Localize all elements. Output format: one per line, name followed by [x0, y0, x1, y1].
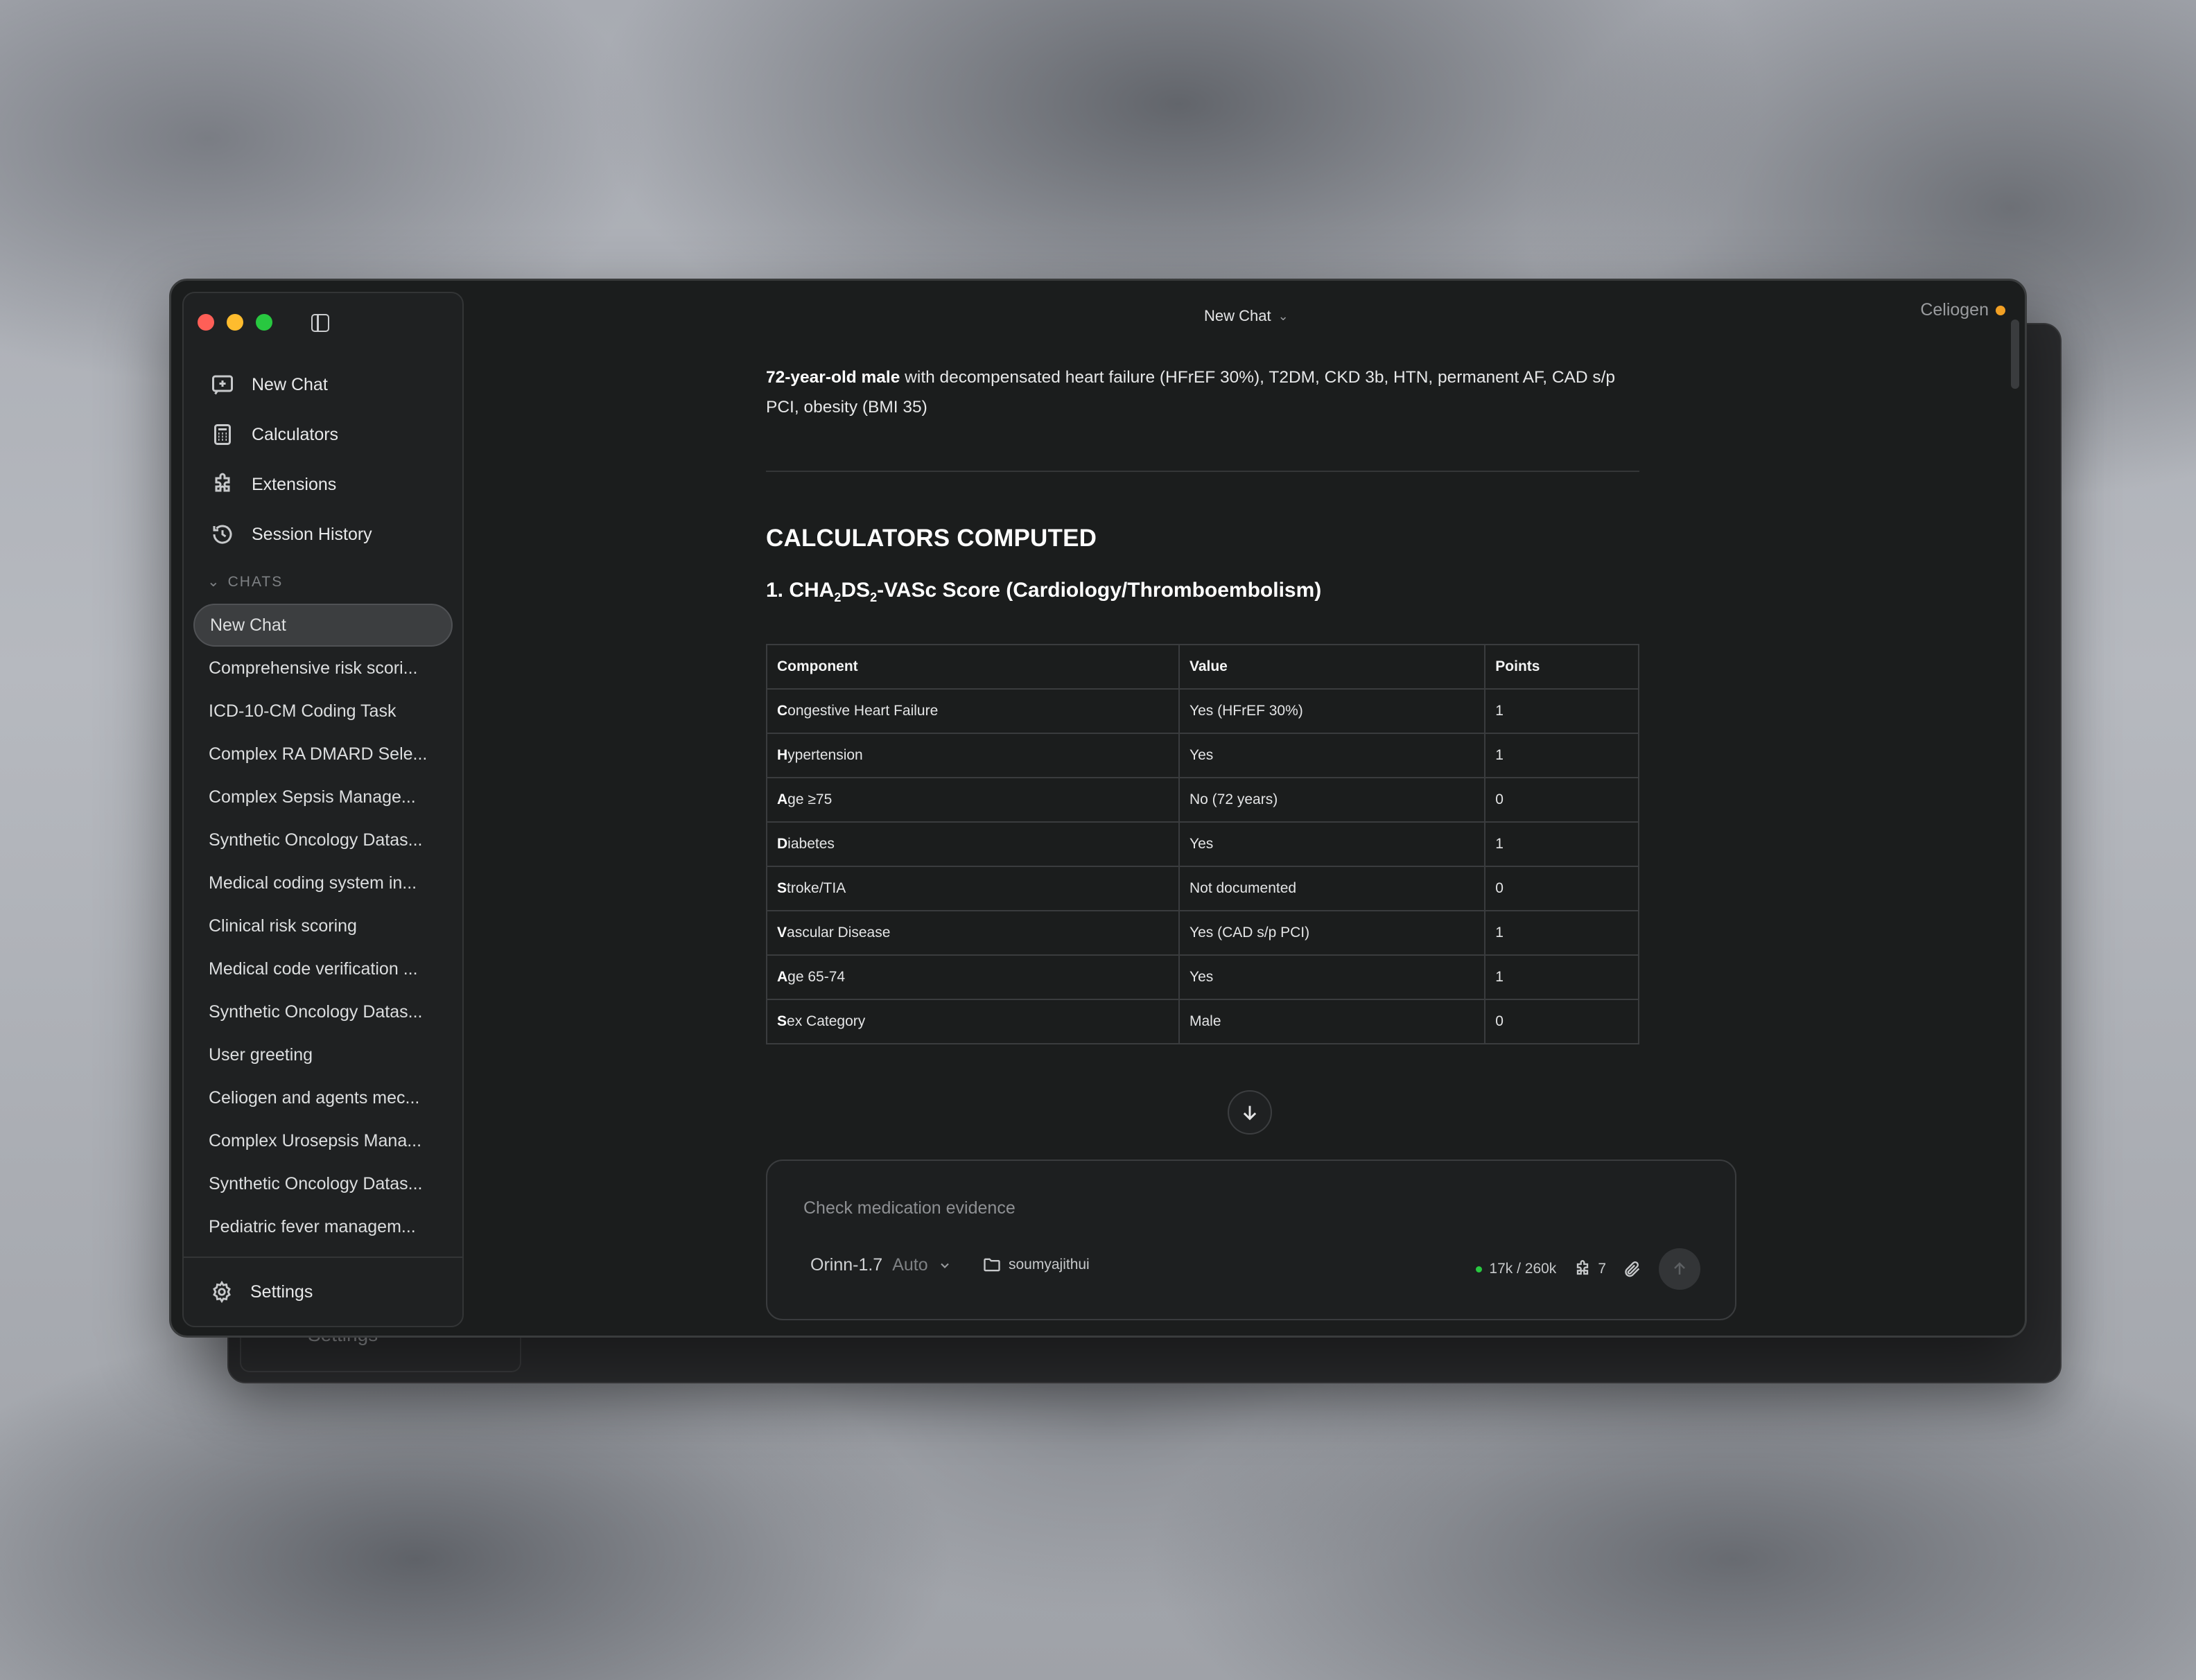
patient-summary: 72-year-old male with decompensated hear… — [766, 368, 1616, 417]
minimize-window-button[interactable] — [227, 314, 243, 331]
folder-icon — [984, 1258, 1000, 1272]
new-chat-icon — [212, 375, 233, 395]
scrollbar[interactable] — [2011, 320, 2019, 389]
table-row: Congestive Heart Failure Yes (HFrEF 30%)… — [766, 688, 1639, 734]
component-cell: Diabetes — [766, 821, 1180, 867]
points-cell: 1 — [1484, 733, 1639, 778]
score-table: Component Value Points Congestive Heart … — [766, 644, 1639, 1044]
value-cell: Yes (CAD s/p PCI) — [1178, 910, 1486, 956]
chat-item[interactable]: Comprehensive risk scori... — [193, 647, 453, 690]
column-header: Points — [1484, 644, 1639, 690]
extensions-button[interactable]: 7 — [1573, 1259, 1606, 1279]
points-cell: 0 — [1484, 866, 1639, 911]
chat-item[interactable]: Complex Sepsis Manage... — [193, 776, 453, 819]
settings-button[interactable]: Settings — [184, 1257, 462, 1326]
component-cell: Stroke/TIA — [766, 866, 1180, 911]
chat-item[interactable]: Complex Urosepsis Mana... — [193, 1119, 453, 1162]
value-cell: No (72 years) — [1178, 777, 1486, 823]
close-window-button[interactable] — [198, 314, 214, 331]
nav-calculators[interactable]: Calculators — [184, 410, 462, 460]
chat-title-dropdown[interactable]: New Chat ⌄ — [1204, 307, 1289, 325]
section-title: CALCULATORS COMPUTED — [766, 525, 1097, 552]
arrow-down-icon — [1243, 1105, 1257, 1121]
table-header-row: Component Value Points — [766, 644, 1639, 690]
paperclip-icon[interactable] — [1623, 1259, 1642, 1279]
message-composer: Orinn-1.7 Auto soumyajithui 17k / 260k 7 — [766, 1160, 1736, 1320]
gear-icon — [213, 1280, 231, 1304]
sidebar-nav: New Chat Calculators Extensions Session … — [184, 360, 462, 559]
table-row: Age ≥75 No (72 years) 0 — [766, 777, 1639, 823]
points-cell: 1 — [1484, 688, 1639, 734]
value-cell: Yes — [1178, 821, 1486, 867]
subsection-title: 1. CHA2DS2-VASc Score (Cardiology/Thromb… — [766, 579, 1322, 604]
sidebar-toggle-icon[interactable] — [311, 314, 329, 332]
history-icon — [213, 525, 232, 544]
message-input[interactable] — [803, 1198, 1635, 1218]
chat-item-active[interactable]: New Chat — [193, 604, 453, 647]
status-dot-icon — [1996, 305, 2005, 315]
chat-item[interactable]: Complex RA DMARD Sele... — [193, 733, 453, 776]
chat-item[interactable]: Medical code verification ... — [193, 947, 453, 990]
points-cell: 1 — [1484, 954, 1639, 1000]
chat-item[interactable]: ICD-10-CM Coding Task — [193, 690, 453, 733]
component-cell: Vascular Disease — [766, 910, 1180, 956]
model-selector[interactable]: Orinn-1.7 Auto — [810, 1255, 952, 1275]
points-cell: 1 — [1484, 910, 1639, 956]
value-cell: Yes (HFrEF 30%) — [1178, 688, 1486, 734]
chat-item[interactable]: Synthetic Oncology Datas... — [193, 819, 453, 861]
table-row: Stroke/TIA Not documented 0 — [766, 866, 1639, 911]
value-cell: Yes — [1178, 954, 1486, 1000]
maximize-window-button[interactable] — [256, 314, 272, 331]
chats-list: New Chat Comprehensive risk scori... ICD… — [193, 604, 453, 1248]
status-dot-icon — [1476, 1266, 1483, 1272]
nav-new-chat[interactable]: New Chat — [184, 360, 462, 410]
table-row: Sex Category Male 0 — [766, 999, 1639, 1044]
component-cell: Sex Category — [766, 999, 1180, 1044]
brand: Celiogen — [1920, 300, 2005, 320]
puzzle-icon — [215, 473, 230, 492]
component-cell: Hypertension — [766, 733, 1180, 778]
chevron-down-icon: ⌄ — [207, 574, 221, 590]
table-row: Hypertension Yes 1 — [766, 733, 1639, 778]
composer-tools: 17k / 260k 7 — [1476, 1248, 1700, 1290]
nav-extensions[interactable]: Extensions — [184, 460, 462, 509]
table-row: Vascular Disease Yes (CAD s/p PCI) 1 — [766, 910, 1639, 956]
chat-item[interactable]: Pediatric fever managem... — [193, 1205, 453, 1248]
component-cell: Age ≥75 — [766, 777, 1180, 823]
table-row: Age 65-74 Yes 1 — [766, 954, 1639, 1000]
sidebar: New Chat Calculators Extensions Session … — [182, 292, 464, 1327]
divider — [766, 471, 1639, 472]
chevron-down-icon — [940, 1263, 949, 1268]
chat-item[interactable]: Medical coding system in... — [193, 861, 453, 904]
column-header: Component — [766, 644, 1180, 690]
chat-content: 72-year-old male with decompensated hear… — [766, 362, 1639, 1044]
table-row: Diabetes Yes 1 — [766, 821, 1639, 867]
window-controls — [198, 314, 272, 331]
chat-item[interactable]: Celiogen and agents mec... — [193, 1076, 453, 1119]
chevron-down-icon: ⌄ — [1278, 308, 1289, 323]
chat-item[interactable]: User greeting — [193, 1033, 453, 1076]
arrow-up-icon — [1674, 1262, 1685, 1275]
component-cell: Age 65-74 — [766, 954, 1180, 1000]
value-cell: Not documented — [1178, 866, 1486, 911]
points-cell: 1 — [1484, 821, 1639, 867]
calculator-icon — [214, 424, 231, 445]
folder-selector[interactable]: soumyajithui — [982, 1255, 1090, 1275]
points-cell: 0 — [1484, 999, 1639, 1044]
app-window: New Chat Calculators Extensions Session … — [169, 279, 2027, 1338]
chat-item[interactable]: Clinical risk scoring — [193, 904, 453, 947]
nav-session-history[interactable]: Session History — [184, 509, 462, 559]
component-cell: Congestive Heart Failure — [766, 688, 1180, 734]
scroll-to-bottom-button[interactable] — [1228, 1090, 1272, 1135]
send-button[interactable] — [1659, 1248, 1700, 1290]
value-cell: Male — [1178, 999, 1486, 1044]
points-cell: 0 — [1484, 777, 1639, 823]
value-cell: Yes — [1178, 733, 1486, 778]
context-usage: 17k / 260k — [1476, 1261, 1556, 1277]
puzzle-icon — [1577, 1260, 1589, 1275]
chats-section-header[interactable]: ⌄ CHATS — [207, 573, 283, 590]
chat-item[interactable]: Synthetic Oncology Datas... — [193, 990, 453, 1033]
chat-item[interactable]: Synthetic Oncology Datas... — [193, 1162, 453, 1205]
column-header: Value — [1178, 644, 1486, 690]
